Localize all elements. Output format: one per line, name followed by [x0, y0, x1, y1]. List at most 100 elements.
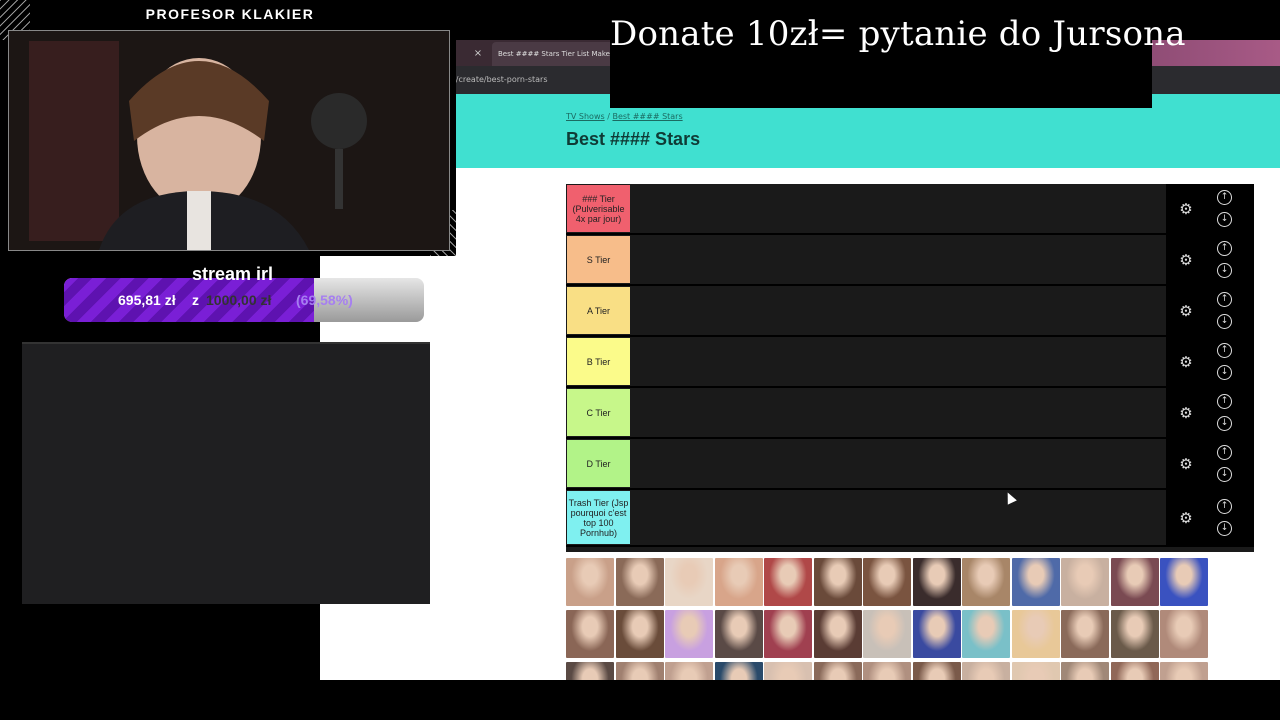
tier-controls: ⚙ ↑ ↓ — [1166, 439, 1254, 488]
tier-drop-zone[interactable] — [632, 184, 1164, 233]
tier-drop-zone[interactable] — [632, 286, 1164, 335]
arrow-down-circle-icon[interactable]: ↓ — [1217, 313, 1232, 329]
pool-image[interactable] — [566, 662, 614, 680]
pool-image[interactable] — [1160, 662, 1208, 680]
tier-row: ### Tier (Pulverisable 4x par jour) ⚙ ↑ ↓ — [566, 184, 1254, 235]
pool-image[interactable] — [714, 558, 763, 606]
pool-image[interactable] — [813, 662, 862, 680]
tab-active[interactable]: Best #### Stars Tier List Maker — [492, 42, 618, 66]
tier-label[interactable]: B Tier — [567, 338, 630, 385]
pool-image[interactable] — [1160, 558, 1208, 606]
tier-row: Trash Tier (Jsp pourquoi c'est top 100 P… — [566, 490, 1254, 547]
pool-image[interactable] — [863, 558, 911, 606]
pool-image[interactable] — [1061, 558, 1109, 606]
pool-image[interactable] — [615, 610, 664, 658]
pool-image[interactable] — [813, 558, 862, 606]
pool-image[interactable] — [566, 558, 614, 606]
arrow-down-circle-icon[interactable]: ↓ — [1217, 364, 1232, 380]
pool-image[interactable] — [1061, 662, 1109, 680]
tier-controls: ⚙ ↑ ↓ — [1166, 235, 1254, 284]
pool-image[interactable] — [615, 558, 664, 606]
pool-image[interactable] — [615, 662, 664, 680]
pool-image[interactable] — [665, 610, 713, 658]
gear-icon[interactable]: ⚙ — [1178, 456, 1194, 472]
tier-drop-zone[interactable] — [632, 388, 1164, 437]
tier-row: S Tier ⚙ ↑ ↓ — [566, 235, 1254, 286]
goal-amount: 695,81 zł — [118, 292, 176, 308]
pool-image[interactable] — [962, 662, 1010, 680]
arrow-down-circle-icon[interactable]: ↓ — [1217, 520, 1232, 536]
streamer-silhouette — [9, 31, 449, 250]
image-pool — [566, 558, 1210, 680]
tier-controls: ⚙ ↑ ↓ — [1166, 337, 1254, 386]
address-bar-url[interactable]: m/create/best-porn-stars — [448, 75, 548, 84]
pool-image[interactable] — [1011, 558, 1060, 606]
pool-image[interactable] — [962, 610, 1010, 658]
tier-row: D Tier ⚙ ↑ ↓ — [566, 439, 1254, 490]
arrow-up-circle-icon[interactable]: ↑ — [1217, 498, 1232, 514]
breadcrumb-separator: / — [607, 112, 610, 121]
pool-image[interactable] — [863, 662, 911, 680]
arrow-up-circle-icon[interactable]: ↑ — [1217, 342, 1232, 358]
pool-image[interactable] — [912, 558, 961, 606]
pool-image[interactable] — [912, 610, 961, 658]
webcam-video — [8, 30, 450, 251]
tier-drop-zone[interactable] — [632, 235, 1164, 284]
pool-image[interactable] — [1110, 610, 1159, 658]
arrow-down-circle-icon[interactable]: ↓ — [1217, 262, 1232, 278]
arrow-down-circle-icon[interactable]: ↓ — [1217, 466, 1232, 482]
goal-title: stream irl — [192, 264, 274, 284]
pool-image[interactable] — [764, 662, 812, 680]
tier-controls: ⚙ ↑ ↓ — [1166, 388, 1254, 437]
arrow-down-circle-icon[interactable]: ↓ — [1217, 211, 1232, 227]
arrow-up-circle-icon[interactable]: ↑ — [1217, 189, 1232, 205]
tier-row: B Tier ⚙ ↑ ↓ — [566, 337, 1254, 388]
bottom-bar — [0, 680, 1280, 720]
pool-image[interactable] — [764, 558, 812, 606]
pool-image[interactable] — [1110, 662, 1159, 680]
gear-icon[interactable]: ⚙ — [1178, 303, 1194, 319]
pool-image[interactable] — [665, 558, 713, 606]
breadcrumb-current-link[interactable]: Best #### Stars — [612, 112, 682, 121]
pool-image[interactable] — [566, 610, 614, 658]
pool-image[interactable] — [863, 610, 911, 658]
gear-icon[interactable]: ⚙ — [1178, 252, 1194, 268]
pool-image[interactable] — [1011, 610, 1060, 658]
gear-icon[interactable]: ⚙ — [1178, 201, 1194, 217]
tier-label[interactable]: Trash Tier (Jsp pourquoi c'est top 100 P… — [567, 491, 630, 544]
pool-image[interactable] — [764, 610, 812, 658]
tier-list: ### Tier (Pulverisable 4x par jour) ⚙ ↑ ↓ S … — [566, 184, 1254, 552]
tier-drop-zone[interactable] — [632, 490, 1164, 545]
pool-image[interactable] — [962, 558, 1010, 606]
gear-icon[interactable]: ⚙ — [1178, 510, 1194, 526]
tier-row: C Tier ⚙ ↑ ↓ — [566, 388, 1254, 439]
arrow-up-circle-icon[interactable]: ↑ — [1217, 444, 1232, 460]
tier-controls: ⚙ ↑ ↓ — [1166, 286, 1254, 335]
pool-image[interactable] — [1011, 662, 1060, 680]
tab-close-icon[interactable]: × — [470, 42, 486, 66]
pool-image[interactable] — [714, 610, 763, 658]
arrow-up-circle-icon[interactable]: ↑ — [1217, 291, 1232, 307]
tier-drop-zone[interactable] — [632, 439, 1164, 488]
pool-image[interactable] — [1110, 558, 1159, 606]
arrow-down-circle-icon[interactable]: ↓ — [1217, 415, 1232, 431]
pool-image[interactable] — [665, 662, 713, 680]
arrow-up-circle-icon[interactable]: ↑ — [1217, 240, 1232, 256]
gear-icon[interactable]: ⚙ — [1178, 354, 1194, 370]
pool-image[interactable] — [912, 662, 961, 680]
tier-row: A Tier ⚙ ↑ ↓ — [566, 286, 1254, 337]
tier-drop-zone[interactable] — [632, 337, 1164, 386]
streamer-name: PROFESOR KLAKIER — [145, 6, 315, 22]
pool-image[interactable] — [714, 662, 763, 680]
tier-label[interactable]: A Tier — [567, 287, 630, 334]
pool-image[interactable] — [1160, 610, 1208, 658]
pool-image[interactable] — [1061, 610, 1109, 658]
tier-label[interactable]: D Tier — [567, 440, 630, 487]
arrow-up-circle-icon[interactable]: ↑ — [1217, 393, 1232, 409]
tier-label[interactable]: S Tier — [567, 236, 630, 283]
breadcrumb-parent-link[interactable]: TV Shows — [566, 112, 605, 121]
tier-label[interactable]: ### Tier (Pulverisable 4x par jour) — [567, 185, 630, 232]
tier-label[interactable]: C Tier — [567, 389, 630, 436]
gear-icon[interactable]: ⚙ — [1178, 405, 1194, 421]
pool-image[interactable] — [813, 610, 862, 658]
